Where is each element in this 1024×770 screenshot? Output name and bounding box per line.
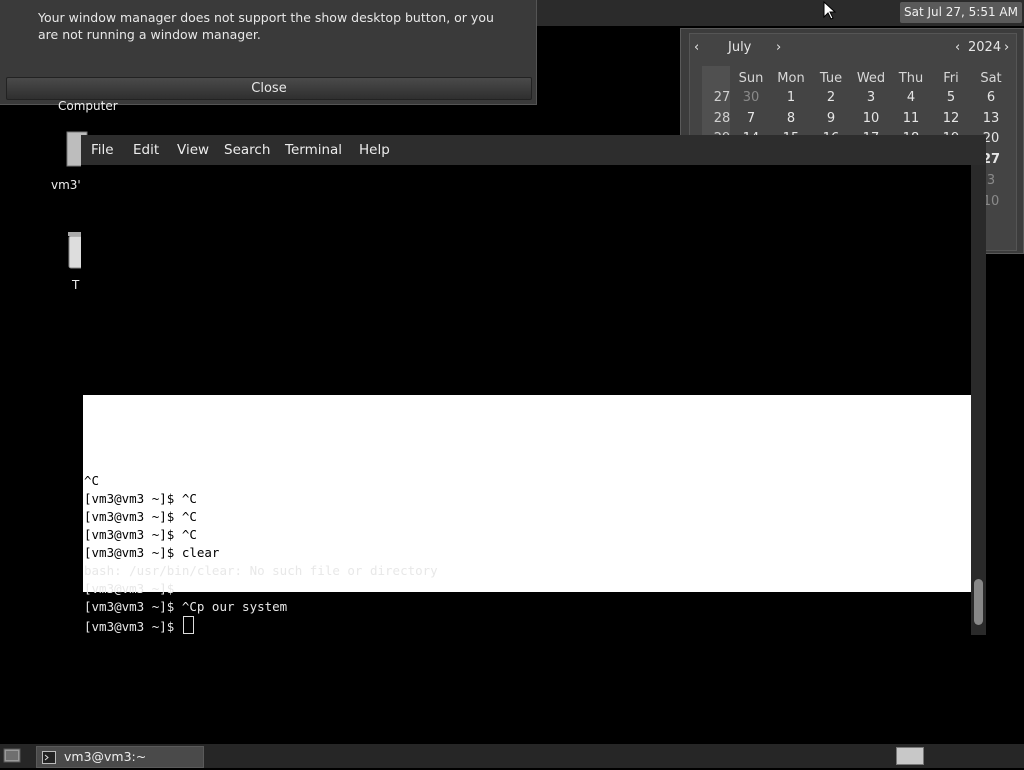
menu-view[interactable]: View — [177, 142, 209, 158]
dow-label: Tue — [819, 71, 843, 86]
calendar-day[interactable]: 1 — [771, 90, 811, 105]
terminal-prompt: [vm3@vm3 ~]$ — [84, 619, 182, 634]
notification-popup: Your window manager does not support the… — [0, 0, 537, 105]
calendar-day[interactable]: 10 — [851, 111, 891, 126]
terminal-scrollbar[interactable] — [971, 165, 986, 635]
dow-label: Fri — [943, 71, 959, 86]
dow-label: Sat — [980, 71, 1002, 86]
menu-edit[interactable]: Edit — [133, 142, 159, 158]
terminal-line: [vm3@vm3 ~]$ ^C — [84, 491, 197, 506]
taskbar-item-terminal[interactable]: vm3@vm3:~ — [36, 746, 204, 768]
calendar-day[interactable]: 4 — [891, 90, 931, 105]
terminal-line: [vm3@vm3 ~]$ ^Cp our system — [84, 599, 288, 614]
scrollbar-thumb[interactable] — [974, 579, 983, 625]
mouse-pointer-icon — [823, 0, 837, 21]
menu-terminal[interactable]: Terminal — [285, 142, 342, 158]
prev-year-icon[interactable]: ‹ — [955, 40, 960, 55]
menu-help[interactable]: Help — [359, 142, 390, 158]
taskbar-item-label: vm3@vm3:~ — [64, 749, 147, 764]
calendar-month: July — [728, 40, 752, 55]
calendar-day[interactable]: 7 — [731, 111, 771, 126]
calendar-year: 2024 — [968, 40, 1002, 55]
terminal-line: [vm3@vm3 ~]$ ^C — [84, 509, 197, 524]
calendar-day[interactable]: 9 — [811, 111, 851, 126]
terminal-line: [vm3@vm3 ~]$ ^C — [84, 527, 197, 542]
terminal-line: ^C — [84, 473, 100, 488]
text-cursor — [182, 616, 194, 634]
calendar-day[interactable]: 5 — [931, 90, 971, 105]
calendar-day[interactable]: 2 — [811, 90, 851, 105]
workspace-switcher[interactable] — [896, 747, 924, 765]
bottom-panel: vm3@vm3:~ — [0, 744, 1024, 768]
menu-search[interactable]: Search — [224, 142, 270, 158]
terminal-line: bash: /usr/bin/clear: No such file or di… — [84, 563, 438, 578]
terminal-icon — [42, 750, 56, 770]
terminal-prompt-line: [vm3@vm3 ~]$ — [84, 616, 194, 636]
desktop-icon-label-home[interactable]: vm3' — [51, 178, 81, 192]
clock[interactable]: Sat Jul 27, 5:51 AM — [899, 2, 1022, 23]
dow-label: Sun — [738, 71, 764, 86]
calendar-day[interactable]: 8 — [771, 111, 811, 126]
calendar-day[interactable]: 12 — [931, 111, 971, 126]
dow-label: Wed — [856, 71, 886, 86]
calendar-day[interactable]: 6 — [971, 90, 1011, 105]
desktop-icon-label-computer[interactable]: Computer — [58, 99, 118, 113]
next-year-icon[interactable]: › — [1004, 40, 1009, 55]
dow-label: Mon — [777, 71, 805, 86]
calendar-day[interactable]: 13 — [971, 111, 1011, 126]
calendar-day[interactable]: 11 — [891, 111, 931, 126]
show-desktop-icon[interactable] — [3, 748, 21, 763]
next-month-icon[interactable]: › — [776, 40, 781, 55]
calendar-day[interactable]: 30 — [731, 90, 771, 105]
menu-file[interactable]: File — [91, 142, 114, 158]
terminal-menubar: File Edit View Search Terminal Help — [81, 135, 986, 165]
terminal-window: File Edit View Search Terminal Help ^C [… — [81, 135, 986, 635]
dow-label: Thu — [898, 71, 924, 86]
terminal-output[interactable]: ^C [vm3@vm3 ~]$ ^C [vm3@vm3 ~]$ ^C [vm3@… — [81, 165, 971, 635]
calendar-day[interactable]: 3 — [851, 90, 891, 105]
terminal-line: [vm3@vm3 ~]$ clear — [84, 545, 220, 560]
terminal-line: [vm3@vm3 ~]$ — [84, 581, 175, 596]
prev-month-icon[interactable]: ‹ — [694, 40, 699, 55]
close-button[interactable]: Close — [6, 77, 532, 100]
notification-message: Your window manager does not support the… — [38, 10, 494, 42]
desktop-icon-label-trash[interactable]: T — [72, 278, 79, 292]
